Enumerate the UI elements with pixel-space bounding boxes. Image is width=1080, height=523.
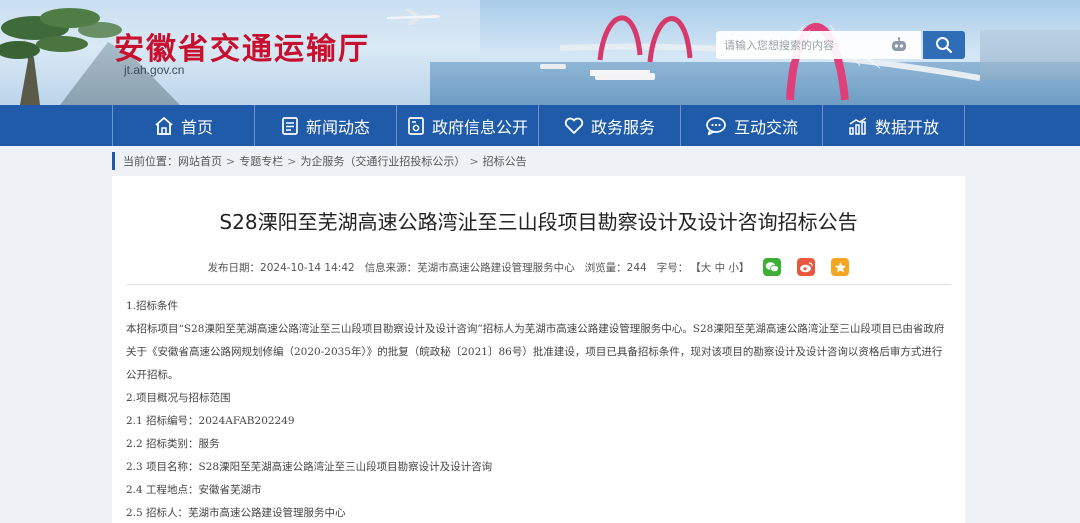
heart-icon — [564, 117, 584, 134]
chat-icon — [706, 116, 726, 135]
airplane-image — [387, 9, 440, 25]
nav-label: 数据开放 — [874, 117, 939, 137]
content-paragraph: 2.项目概况与招标范围 — [126, 392, 231, 404]
nav-item-services[interactable]: 政务服务 — [539, 105, 681, 146]
nav-item-news[interactable]: 新闻动态 — [255, 105, 397, 146]
breadcrumb-link-bidding[interactable]: 招标公告 — [483, 153, 527, 169]
content-paragraph: 2.1 招标编号：2024AFAB202249 — [126, 415, 295, 427]
article-panel: S28溧阳至芜湖高速公路湾沚至三山段项目勘察设计及设计咨询招标公告 发布日期：2… — [112, 176, 965, 523]
search-box — [716, 31, 921, 59]
content-paragraph: 1.招标条件 — [126, 300, 179, 312]
content-paragraph: 2.3 项目名称：S28溧阳至芜湖高速公路湾沚至三山段项目勘察设计及设计咨询 — [126, 461, 493, 473]
site-url: jt.ah.gov.cn — [124, 63, 185, 77]
news-icon — [282, 116, 298, 135]
site-title[interactable]: 安徽省交通运输厅 — [114, 24, 370, 68]
publish-date: 发布日期：2024-10-14 14:42 — [207, 261, 355, 274]
home-icon — [155, 116, 173, 135]
content-paragraph: 本招标项目“S28溧阳至芜湖高速公路湾沚至三山段项目勘察设计及设计咨询”招标人为… — [126, 323, 945, 381]
nav-label: 首页 — [180, 117, 213, 137]
boat-image — [540, 64, 566, 69]
nav-label: 政府信息公开 — [431, 117, 528, 137]
boat-image — [595, 73, 655, 80]
content-paragraph: 2.4 工程地点：安徽省芜湖市 — [126, 484, 262, 496]
chart-icon — [849, 116, 867, 135]
nav-label: 新闻动态 — [305, 117, 370, 137]
breadcrumb-link-home[interactable]: 网站首页 — [178, 153, 222, 169]
nav-item-interaction[interactable]: 互动交流 — [681, 105, 823, 146]
divider — [126, 284, 951, 285]
view-count: 浏览量：244 — [584, 261, 647, 274]
article-title: S28溧阳至芜湖高速公路湾沚至三山段项目勘察设计及设计咨询招标公告 — [219, 210, 858, 234]
search-input[interactable] — [716, 32, 888, 58]
breadcrumb: 当前位置： 网站首页 > 专题专栏 > 为企服务（交通行业招投标公示） > 招标… — [112, 152, 527, 170]
article-content: 1.招标条件 本招标项目“S28溧阳至芜湖高速公路湾沚至三山段项目勘察设计及设计… — [126, 295, 951, 523]
wechat-icon[interactable] — [763, 258, 782, 276]
breadcrumb-link-enterprise[interactable]: 为企服务（交通行业招投标公示） — [300, 153, 465, 169]
search-button[interactable] — [923, 31, 965, 59]
header-banner: 安徽省交通运输厅 jt.ah.gov.cn — [0, 0, 1080, 105]
breadcrumb-separator: > — [469, 154, 479, 168]
qzone-icon[interactable] — [831, 258, 850, 276]
nav-label: 政务服务 — [590, 117, 655, 137]
robot-icon[interactable] — [888, 34, 910, 56]
nav-item-home[interactable]: 首页 — [112, 105, 255, 146]
breadcrumb-separator: > — [226, 154, 236, 168]
document-icon — [408, 116, 424, 135]
content-paragraph: 2.5 招标人：芜湖市高速公路建设管理服务中心 — [126, 507, 346, 519]
search-icon — [936, 37, 953, 54]
main-nav: 首页 新闻动态 政府信息公开 政务服务 互动交流 数据开放 — [0, 105, 1080, 146]
content-paragraph: 2.2 招标类别：服务 — [126, 438, 220, 450]
breadcrumb-prefix: 当前位置： — [123, 155, 178, 168]
banner-city — [980, 30, 1080, 80]
nav-item-gov-info[interactable]: 政府信息公开 — [397, 105, 539, 146]
font-size-switcher[interactable]: 【大 中 小】 — [690, 260, 749, 275]
breadcrumb-link-topics[interactable]: 专题专栏 — [239, 153, 283, 169]
weibo-icon[interactable] — [797, 258, 816, 276]
nav-item-open-data[interactable]: 数据开放 — [823, 105, 965, 146]
breadcrumb-separator: > — [287, 154, 297, 168]
share-buttons — [763, 258, 859, 276]
font-size-label: 字号： — [656, 261, 689, 274]
nav-label: 互动交流 — [733, 117, 798, 137]
article-meta: 发布日期：2024-10-14 14:42 信息来源：芜湖市高速公路建设管理服务… — [112, 258, 965, 276]
info-source: 信息来源：芜湖市高速公路建设管理服务中心 — [364, 261, 575, 274]
